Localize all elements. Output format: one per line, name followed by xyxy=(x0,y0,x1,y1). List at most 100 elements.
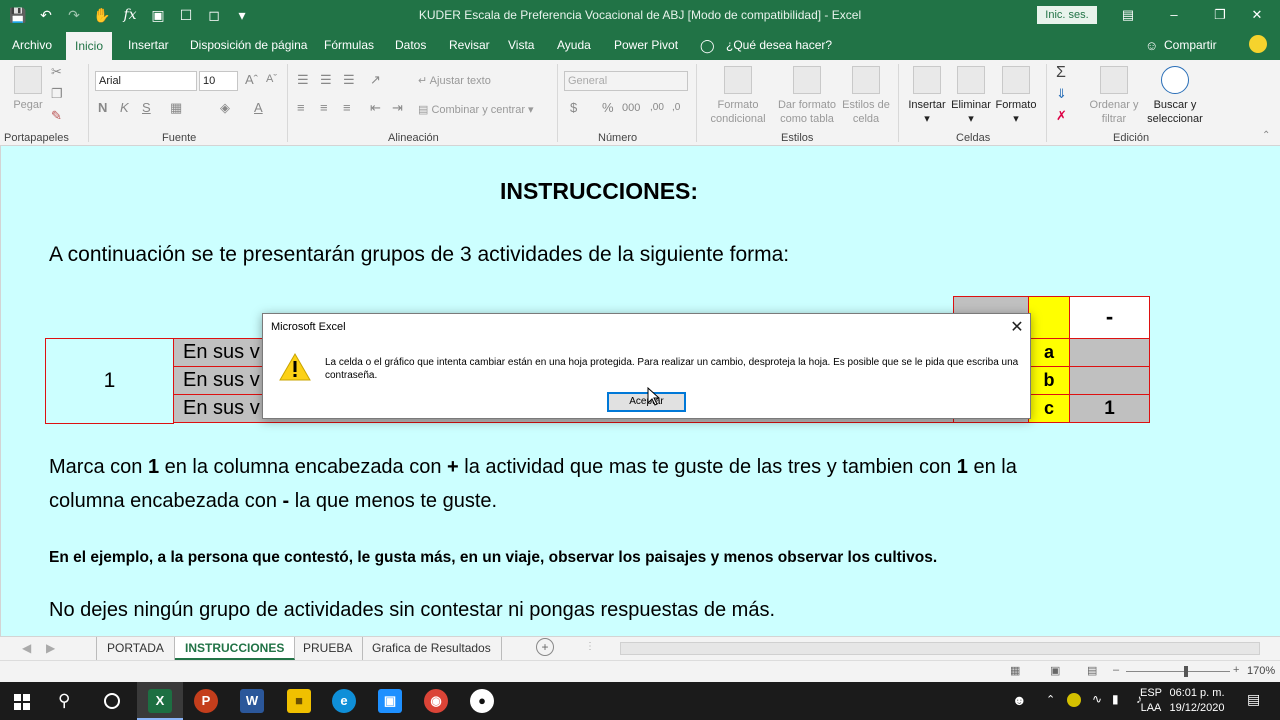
touch-icon[interactable]: ✋ xyxy=(92,5,112,25)
font-color-icon[interactable]: A xyxy=(254,100,263,115)
format-as-table-button[interactable]: Dar formato como tabla xyxy=(774,66,840,126)
scroll-tabs-left-icon[interactable]: ◀ xyxy=(22,641,31,655)
cell-styles-button[interactable]: Estilos de celda xyxy=(840,66,892,126)
cortana-icon[interactable] xyxy=(104,693,120,709)
tray-overflow-icon[interactable]: ⌃ xyxy=(1046,693,1055,706)
obs-icon[interactable]: ● xyxy=(470,689,494,713)
sort-filter-button[interactable]: Ordenar y filtrar xyxy=(1088,66,1140,126)
decrease-decimal-icon[interactable]: ,0 xyxy=(672,102,680,113)
borders-icon[interactable]: ▦ xyxy=(170,100,182,116)
tab-formulas[interactable]: Fórmulas xyxy=(315,30,383,60)
close-icon[interactable]: ✕ xyxy=(1234,0,1280,30)
italic-icon[interactable]: K xyxy=(120,100,129,115)
zoom-slider-thumb[interactable] xyxy=(1184,666,1188,677)
sheet-tab-prueba[interactable]: PRUEBA xyxy=(293,637,364,660)
wrap-text-button[interactable]: ↵ Ajustar texto xyxy=(418,74,491,88)
page-layout-icon[interactable]: ▣ xyxy=(1050,664,1060,677)
delete-cells-button[interactable]: Eliminar ▾ xyxy=(949,66,993,126)
excel-icon[interactable]: X xyxy=(148,689,172,713)
share-button[interactable]: Compartir xyxy=(1155,30,1226,60)
font-size-combo[interactable]: 10 xyxy=(199,71,238,91)
grow-font-icon[interactable]: Aˆ xyxy=(245,72,258,87)
chrome-icon[interactable]: ◉ xyxy=(424,689,448,713)
shrink-font-icon[interactable]: Aˇ xyxy=(266,73,277,85)
collapse-ribbon-icon[interactable]: ⌃ xyxy=(1262,130,1270,141)
new-icon[interactable]: ◻ xyxy=(204,5,224,25)
align-bottom-icon[interactable]: ☰ xyxy=(343,72,355,88)
page-break-icon[interactable]: ▤ xyxy=(1087,664,1097,677)
undo-icon[interactable]: ↶ xyxy=(36,5,56,25)
ribbon-display-icon[interactable]: ▤ xyxy=(1105,0,1151,30)
conditional-format-button[interactable]: Formato condicional xyxy=(703,66,773,126)
tab-datos[interactable]: Datos xyxy=(386,30,435,60)
outdent-icon[interactable]: ⇥ xyxy=(392,100,403,116)
indent-icon[interactable]: ⇤ xyxy=(370,100,381,116)
horizontal-scrollbar[interactable] xyxy=(620,642,1260,655)
insert-cells-button[interactable]: Insertar ▾ xyxy=(905,66,949,126)
tab-revisar[interactable]: Revisar xyxy=(440,30,499,60)
print-preview-icon[interactable]: ☐ xyxy=(176,5,196,25)
number-format-combo[interactable]: General xyxy=(564,71,688,91)
font-name-combo[interactable]: Arial xyxy=(95,71,197,91)
copy-icon[interactable]: ❐ xyxy=(51,86,63,102)
tab-ayuda[interactable]: Ayuda xyxy=(548,30,600,60)
sign-in-button[interactable]: Inic. ses. xyxy=(1037,6,1097,24)
edge-icon[interactable]: e xyxy=(332,689,356,713)
search-icon[interactable]: ⚲ xyxy=(58,691,70,711)
file-explorer-icon[interactable]: ■ xyxy=(287,689,311,713)
add-sheet-icon[interactable]: + xyxy=(536,638,554,656)
tray-app-icon[interactable] xyxy=(1067,693,1081,707)
tell-me-search[interactable]: ¿Qué desea hacer? xyxy=(717,30,841,60)
align-middle-icon[interactable]: ☰ xyxy=(320,72,332,88)
people-icon[interactable]: ☻ xyxy=(1012,692,1027,708)
dialog-close-icon[interactable]: ✕ xyxy=(1007,317,1027,337)
clear-icon[interactable]: ✗ xyxy=(1056,108,1067,124)
notifications-icon[interactable]: ▤ xyxy=(1247,691,1260,708)
paste-button[interactable]: Pegar xyxy=(10,66,46,112)
powerpoint-icon[interactable]: P xyxy=(194,689,218,713)
tabs-splitter-icon[interactable]: ⋮ xyxy=(585,641,595,652)
tab-vista[interactable]: Vista xyxy=(499,30,543,60)
increase-decimal-icon[interactable]: ,00 xyxy=(650,102,664,113)
fill-icon[interactable]: ⇓ xyxy=(1056,86,1067,102)
currency-icon[interactable]: $ xyxy=(570,100,577,115)
zoom-out-icon[interactable]: – xyxy=(1113,664,1119,676)
merge-center-button[interactable]: ▤ Combinar y centrar ▾ xyxy=(418,103,534,117)
save-icon[interactable]: 💾 xyxy=(8,5,28,25)
protected-sheet-dialog[interactable]: Microsoft Excel ✕ La celda o el gráfico … xyxy=(262,313,1031,419)
find-select-button[interactable]: Buscar y seleccionar xyxy=(1141,66,1209,126)
function-icon[interactable]: fx xyxy=(120,5,140,25)
clock[interactable]: 06:01 p. m. 19/12/2020 xyxy=(1164,686,1230,716)
underline-icon[interactable]: S xyxy=(142,100,151,115)
word-icon[interactable]: W xyxy=(240,689,264,713)
tab-archivo[interactable]: Archivo xyxy=(3,30,61,60)
format-painter-icon[interactable]: ✎ xyxy=(51,108,62,124)
minimize-icon[interactable]: – xyxy=(1151,0,1197,30)
tab-power-pivot[interactable]: Power Pivot xyxy=(605,30,687,60)
tab-disposicion[interactable]: Disposición de página xyxy=(181,30,316,60)
orientation-icon[interactable]: ↗ xyxy=(370,72,381,88)
form-icon[interactable]: ▣ xyxy=(148,5,168,25)
battery-icon[interactable]: ▮ xyxy=(1112,692,1119,706)
percent-icon[interactable]: % xyxy=(602,100,614,115)
sheet-tab-instrucciones[interactable]: INSTRUCCIONES xyxy=(175,637,296,660)
autosum-icon[interactable]: Σ xyxy=(1056,64,1066,82)
photo-app-icon[interactable]: ▣ xyxy=(378,689,402,713)
comma-style-icon[interactable]: 000 xyxy=(622,102,640,114)
bold-icon[interactable]: N xyxy=(98,100,107,115)
zoom-level[interactable]: 170% xyxy=(1247,665,1275,677)
align-left-icon[interactable]: ≡ xyxy=(297,100,305,115)
sheet-tab-grafica[interactable]: Grafica de Resultados xyxy=(362,637,502,660)
redo-icon[interactable]: ↷ xyxy=(64,5,84,25)
cut-icon[interactable]: ✂ xyxy=(51,64,62,80)
zoom-in-icon[interactable]: + xyxy=(1233,664,1239,676)
sheet-tab-portada[interactable]: PORTADA xyxy=(96,637,175,660)
language-indicator[interactable]: ESP LAA xyxy=(1139,686,1163,716)
zoom-slider[interactable] xyxy=(1126,671,1230,672)
tab-insertar[interactable]: Insertar xyxy=(119,30,178,60)
align-center-icon[interactable]: ≡ xyxy=(320,100,328,115)
customize-icon[interactable]: ▾ xyxy=(232,5,252,25)
format-cells-button[interactable]: Formato ▾ xyxy=(994,66,1038,126)
wifi-icon[interactable]: ∿ xyxy=(1092,692,1102,706)
scroll-tabs-right-icon[interactable]: ▶ xyxy=(46,641,55,655)
